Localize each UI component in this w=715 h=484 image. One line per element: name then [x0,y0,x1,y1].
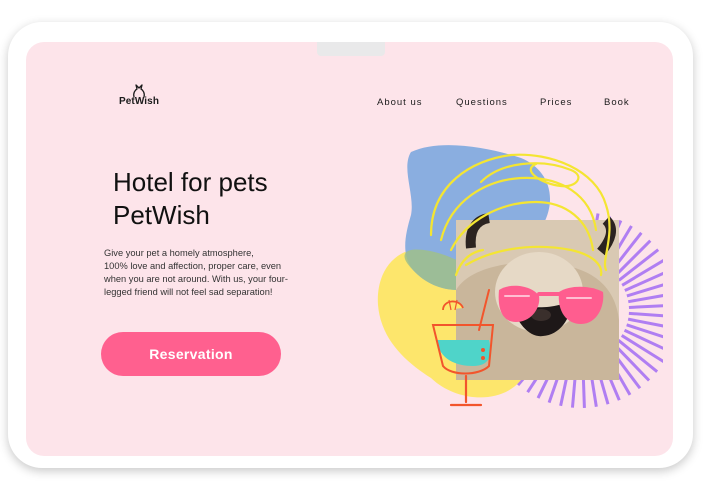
nav-book[interactable]: Book [604,97,630,108]
screen: PetWish About us Questions Prices Book H… [26,42,673,456]
hero-description: Give your pet a homely atmosphere, 100% … [104,247,324,299]
nav-questions[interactable]: Questions [456,97,508,108]
hero-description-line-4: legged friend will not feel sad separati… [104,287,273,297]
top-notch [317,42,385,56]
nav-prices[interactable]: Prices [540,97,572,108]
hero-title-line-1: Hotel for pets [113,167,268,197]
reservation-button[interactable]: Reservation [101,332,281,376]
hero-title: Hotel for pets PetWish [113,166,373,232]
hero-illustration [377,145,663,408]
top-nav: About us Questions Prices Book [26,97,673,111]
hero-description-line-2: 100% love and affection, proper care, ev… [104,261,282,271]
hero-description-line-3: when you are not around. With us, your f… [104,274,288,284]
nav-about-us[interactable]: About us [377,97,423,108]
hero-description-line-1: Give your pet a homely atmosphere, [104,248,254,258]
hero-title-line-2: PetWish [113,200,210,230]
